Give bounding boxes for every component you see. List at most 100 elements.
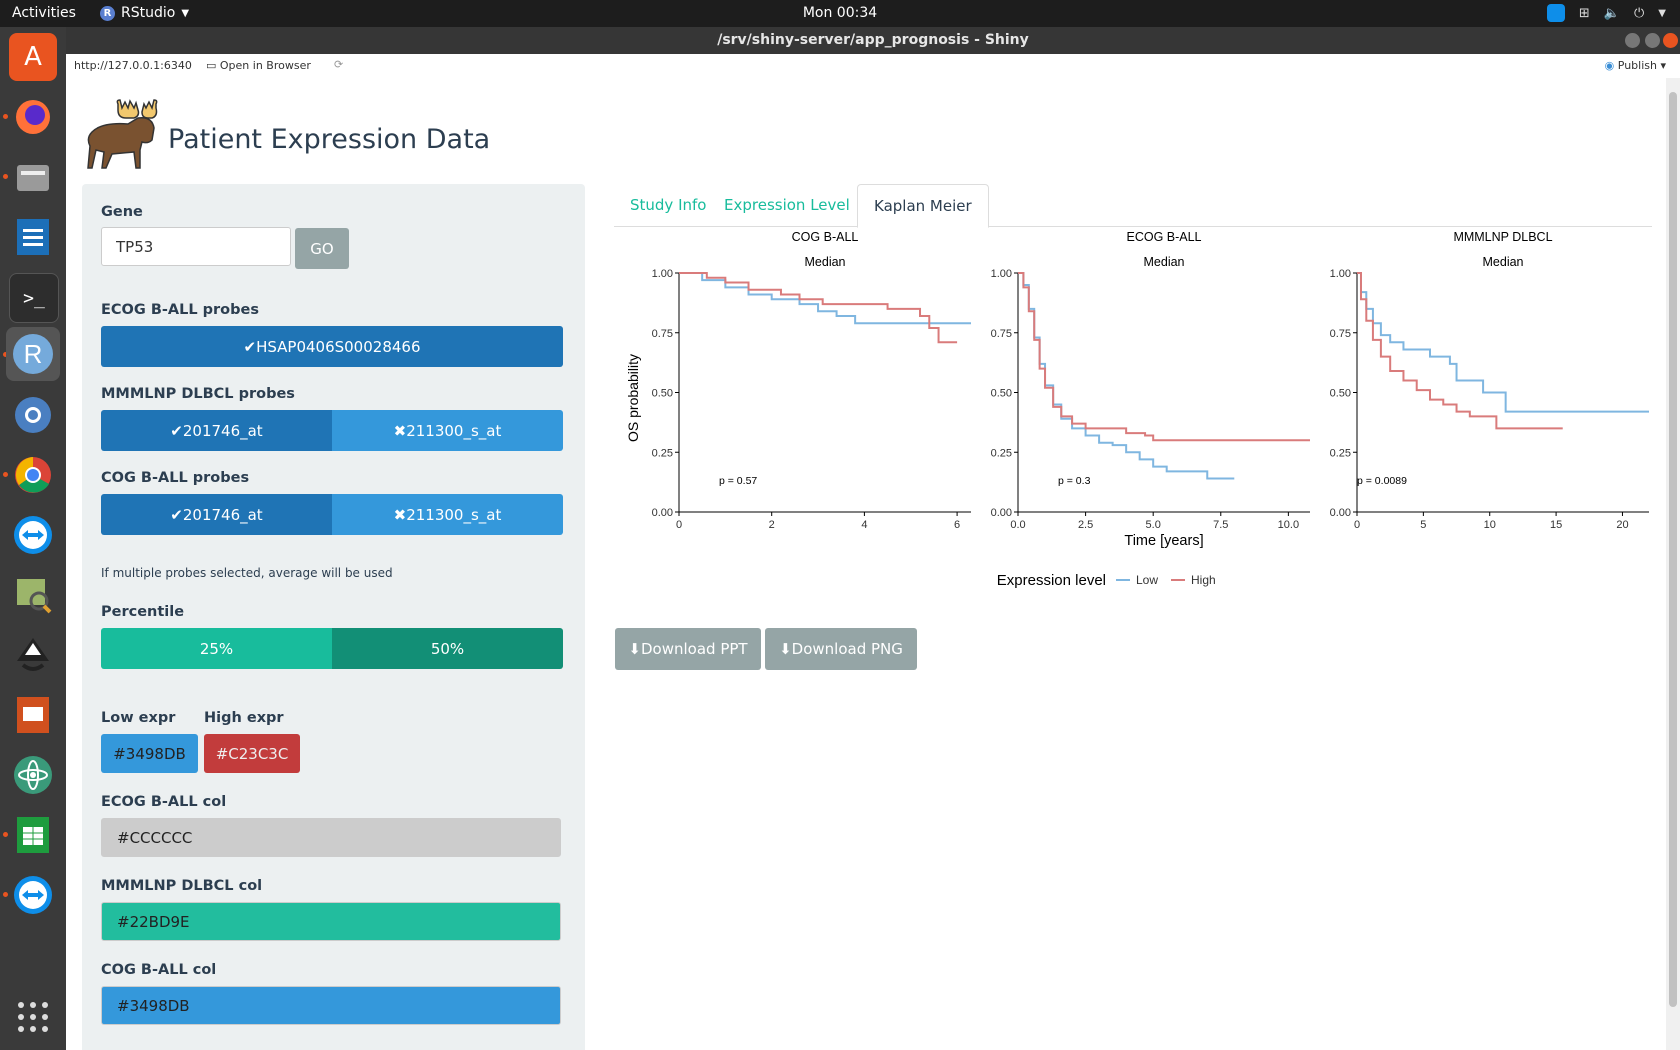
y-tick-label: 0.25 bbox=[1330, 447, 1351, 459]
download-ppt-button[interactable]: ⬇ Download PPT bbox=[615, 628, 761, 670]
atom-icon[interactable] bbox=[9, 751, 57, 799]
y-tick-label: 0.75 bbox=[1330, 328, 1351, 340]
y-tick-label: 0.25 bbox=[652, 447, 673, 459]
minimize-button[interactable] bbox=[1625, 33, 1640, 48]
km-curve-high bbox=[1357, 272, 1563, 430]
scrollbar-thumb[interactable] bbox=[1669, 92, 1677, 1007]
cog-probe-toggle[interactable]: ✖ 211300_s_at bbox=[332, 494, 563, 535]
rstudio-dock-icon[interactable]: R bbox=[6, 327, 60, 381]
maximize-button[interactable] bbox=[1645, 33, 1660, 48]
p-value-label: p = 0.57 bbox=[719, 475, 757, 487]
cog-col-label: COG B-ALL col bbox=[101, 962, 217, 978]
y-tick-label: 1.00 bbox=[652, 268, 673, 280]
chevron-down-icon[interactable]: ▼ bbox=[1658, 8, 1666, 19]
firefox-icon[interactable] bbox=[9, 93, 57, 141]
p-value-label: p = 0.3 bbox=[1058, 475, 1091, 487]
teamviewer-icon[interactable] bbox=[9, 511, 57, 559]
percentile-label: Percentile bbox=[101, 604, 185, 620]
y-tick-label: 0.50 bbox=[991, 388, 1012, 400]
close-button[interactable] bbox=[1663, 33, 1678, 48]
low-expr-label: Low expr bbox=[101, 710, 176, 726]
launcher-dock: A >_ R bbox=[0, 27, 66, 1050]
system-top-bar: Activities R RStudio ▼ Mon 00:34 ⊞ 🔈 ⏻ ▼ bbox=[0, 0, 1680, 27]
x-axis-title: Time [years] bbox=[1124, 533, 1203, 549]
teamviewer-icon[interactable] bbox=[9, 871, 57, 919]
viewer-toolbar: http://127.0.0.1:6340 ▭ Open in Browser … bbox=[66, 54, 1680, 79]
percentile-option[interactable]: 25% bbox=[101, 628, 332, 669]
probe-label: 201746_at bbox=[182, 421, 263, 440]
tab-bar: Study Info Expression Level Kaplan Meier bbox=[614, 184, 1652, 228]
terminal-icon[interactable]: >_ bbox=[9, 273, 59, 323]
open-in-browser-label: Open in Browser bbox=[219, 59, 311, 72]
chrome-icon[interactable] bbox=[9, 451, 57, 499]
refresh-icon[interactable]: ⟳ bbox=[334, 58, 343, 71]
volume-icon[interactable]: 🔈 bbox=[1604, 6, 1620, 21]
tab-expression-level[interactable]: Expression Level bbox=[708, 184, 866, 226]
power-icon[interactable]: ⏻ bbox=[1634, 6, 1644, 21]
app-grid-icon[interactable] bbox=[9, 993, 57, 1041]
low-expr-color-value: #3498DB bbox=[113, 744, 186, 763]
x-icon: ✖ bbox=[393, 421, 407, 440]
ecog-probe-toggle[interactable]: ✔ HSAP0406S00028466 bbox=[101, 326, 563, 367]
x-tick-label: 20 bbox=[1616, 519, 1628, 531]
download-icon: ⬇ bbox=[628, 640, 641, 658]
cog-probe-toggle[interactable]: ✔ 201746_at bbox=[101, 494, 332, 535]
system-tray: ⊞ 🔈 ⏻ ▼ bbox=[1546, 4, 1666, 22]
y-tick-label: 0.00 bbox=[1330, 507, 1351, 519]
software-center-icon[interactable]: A bbox=[9, 33, 57, 81]
cog-color-input[interactable]: #3498DB bbox=[101, 986, 561, 1025]
publish-label: Publish bbox=[1617, 59, 1657, 72]
mmmlnp-probe-toggle[interactable]: ✔ 201746_at bbox=[101, 410, 332, 451]
inkscape-icon[interactable] bbox=[9, 631, 57, 679]
app-menu[interactable]: R RStudio ▼ bbox=[100, 5, 189, 21]
mmmlnp-probe-toggle[interactable]: ✖ 211300_s_at bbox=[332, 410, 563, 451]
publish-button[interactable]: ◉ Publish ▾ bbox=[1605, 59, 1666, 72]
app-menu-label: RStudio bbox=[121, 5, 176, 21]
percentile-group: 25% 50% bbox=[101, 628, 563, 669]
percentile-option[interactable]: 50% bbox=[332, 628, 563, 669]
url-text: http://127.0.0.1:6340 bbox=[74, 59, 192, 72]
gene-input[interactable] bbox=[101, 227, 291, 266]
mmmlnp-probes-label: MMMLNP DLBCL probes bbox=[101, 386, 295, 402]
low-expr-color-input[interactable]: #3498DB bbox=[101, 734, 198, 773]
page-title: Patient Expression Data bbox=[168, 123, 491, 155]
open-in-browser-button[interactable]: ▭ Open in Browser bbox=[206, 59, 311, 72]
ecog-color-value: #CCCCCC bbox=[117, 828, 193, 847]
x-icon: ✖ bbox=[393, 505, 407, 524]
tab-study-info[interactable]: Study Info bbox=[614, 184, 722, 226]
y-axis-title: OS probability bbox=[625, 354, 641, 442]
check-icon: ✔ bbox=[170, 421, 183, 440]
chromium-icon[interactable] bbox=[9, 391, 57, 439]
y-tick-label: 0.50 bbox=[1330, 388, 1351, 400]
kaplan-meier-chart: COG B-ALLMedian0.000.250.500.751.000 2 4 6p… bbox=[625, 230, 1649, 589]
panel-title: MMMLNP DLBCL bbox=[1453, 230, 1552, 244]
tab-kaplan-meier[interactable]: Kaplan Meier bbox=[857, 184, 989, 228]
ecog-color-input[interactable]: #CCCCCC bbox=[101, 818, 561, 857]
network-icon[interactable]: ⊞ bbox=[1579, 6, 1590, 21]
check-icon: ✔ bbox=[170, 505, 183, 524]
go-button[interactable]: GO bbox=[295, 228, 349, 269]
window-title-bar: /srv/shiny-server/app_prognosis - Shiny bbox=[66, 27, 1680, 54]
files-icon[interactable] bbox=[9, 153, 57, 201]
x-tick-label: 0 bbox=[676, 519, 682, 531]
image-viewer-icon[interactable] bbox=[9, 571, 57, 619]
clock: Mon 00:34 bbox=[802, 5, 878, 21]
impress-icon[interactable] bbox=[9, 691, 57, 739]
x-tick-label: 5 bbox=[1420, 519, 1426, 531]
activities-button[interactable]: Activities bbox=[12, 5, 76, 21]
y-tick-label: 0.75 bbox=[652, 328, 673, 340]
calc-icon[interactable] bbox=[9, 811, 57, 859]
writer-icon[interactable] bbox=[9, 213, 57, 261]
cog-probes-group: ✔ 201746_at ✖ 211300_s_at bbox=[101, 494, 563, 535]
shiny-app: Patient Expression Data Gene GO ECOG B-A… bbox=[66, 78, 1666, 1050]
x-tick-label: 2.5 bbox=[1078, 519, 1093, 531]
scrollbar[interactable] bbox=[1666, 78, 1680, 1050]
probe-label: 211300_s_at bbox=[406, 505, 502, 524]
gene-label: Gene bbox=[101, 204, 143, 220]
mmmlnp-color-input[interactable]: #22BD9E bbox=[101, 902, 561, 941]
teamviewer-tray-icon[interactable] bbox=[1546, 4, 1565, 22]
high-expr-color-input[interactable]: #C23C3C bbox=[204, 734, 300, 773]
download-png-button[interactable]: ⬇ Download PNG bbox=[765, 628, 917, 670]
panel-subtitle: Median bbox=[1483, 255, 1524, 269]
ecog-col-label: ECOG B-ALL col bbox=[101, 794, 227, 810]
